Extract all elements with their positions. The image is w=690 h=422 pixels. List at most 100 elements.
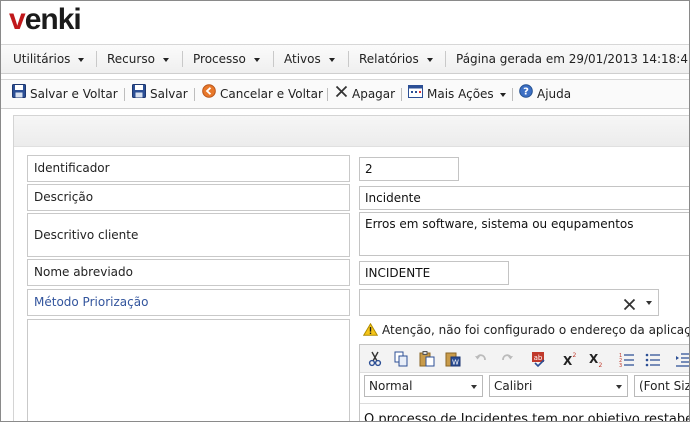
menu-recurso-label: Recurso [107,52,155,66]
warning-message: Atenção, não foi configurado o endereço … [362,322,690,337]
logo-rest: enki [24,3,82,36]
nome-abreviado-input[interactable]: INCIDENTE [359,261,509,285]
descricao-input[interactable]: Incidente [359,186,689,210]
warning-triangle-icon [362,322,379,336]
toolbar-divider [327,88,328,101]
menu-divider [273,51,274,67]
spellcheck-icon[interactable]: ab [530,350,548,368]
svg-text:2: 2 [573,352,577,359]
action-toolbar: Salvar e Voltar Salvar Cancelar e Voltar… [1,79,689,109]
chevron-down-icon [426,57,433,62]
cut-icon[interactable] [366,350,384,368]
editor-side-label [27,319,350,421]
save-label: Salvar [150,87,188,101]
editor-content[interactable]: O processo de Incidentes tem por objetiv… [360,403,689,421]
subscript-icon[interactable]: X2 [588,350,606,369]
delete-label: Apagar [352,87,396,101]
calendar-icon [408,80,423,108]
toolbar-divider [194,88,195,101]
chevron-down-icon [78,57,85,62]
main-menu: Utilitários Recurso Processo Ativos Rela… [1,44,689,74]
font-size-value: (Font Size) [639,379,689,393]
menu-ativos-label: Ativos [284,52,321,66]
svg-text:X: X [563,354,573,368]
clear-x-icon[interactable] [623,295,636,320]
warning-text: Atenção, não foi configurado o endereço … [382,323,690,337]
chevron-down-icon [471,385,477,389]
descritivo-cliente-textarea[interactable]: Erros em software, sistema ou equpamento… [359,212,689,256]
svg-text:?: ? [523,86,529,97]
more-actions-button[interactable]: Mais Ações [408,80,506,108]
menu-processo-label: Processo [193,52,246,66]
menu-recurso[interactable]: Recurso [107,45,169,73]
logo-v: v [9,3,26,36]
menu-divider [445,51,446,67]
back-arrow-icon [202,80,216,108]
cancel-and-back-button[interactable]: Cancelar e Voltar [202,80,323,108]
toolbar-divider [512,88,513,101]
more-actions-label: Mais Ações [427,87,494,101]
cancel-and-back-label: Cancelar e Voltar [220,87,323,101]
paste-icon[interactable] [418,350,436,368]
rich-text-editor: W ab X2 X2 123 Normal Calibri (Font Si O… [359,344,689,421]
identificador-label: Identificador [27,155,350,182]
menu-ativos[interactable]: Ativos [284,45,335,73]
delete-button[interactable]: Apagar [335,80,395,108]
font-size-select[interactable]: (Font Size) [634,375,689,397]
identificador-input[interactable]: 2 [359,157,459,181]
close-x-icon [335,80,348,108]
header: venki [1,1,689,43]
menu-utilitarios[interactable]: Utilitários [13,45,85,73]
svg-text:ab: ab [534,354,543,362]
save-and-back-button[interactable]: Salvar e Voltar [12,80,118,108]
app-window: venki Utilitários Recurso Processo Ativo… [0,0,690,422]
panel-header [14,116,689,147]
font-family-select[interactable]: Calibri [489,375,628,397]
unordered-list-icon[interactable] [644,350,662,368]
save-button[interactable]: Salvar [132,80,188,108]
menu-divider [96,51,97,67]
chevron-down-icon[interactable] [646,301,652,305]
nome-abreviado-label: Nome abreviado [27,259,350,286]
menu-relatorios[interactable]: Relatórios [359,45,433,73]
editor-toolbar: W ab X2 X2 123 [360,345,689,373]
copy-icon[interactable] [392,350,410,368]
indent-icon[interactable] [674,350,689,368]
paste-word-icon[interactable]: W [444,350,462,368]
toolbar-divider [124,88,125,101]
chevron-down-icon [328,57,335,62]
help-question-icon: ? [519,80,533,108]
menu-divider [348,51,349,67]
svg-text:2: 2 [599,362,603,368]
chevron-down-icon [499,92,506,97]
menu-relatorios-label: Relatórios [359,52,419,66]
save-and-back-label: Salvar e Voltar [30,87,118,101]
floppy-disk-icon [132,80,146,108]
floppy-disk-icon [12,80,26,108]
undo-icon[interactable] [472,350,490,368]
svg-text:X: X [589,352,599,366]
venki-logo[interactable]: venki [9,3,82,37]
metodo-priorizacao-label[interactable]: Método Priorização [27,289,350,316]
superscript-icon[interactable]: X2 [562,350,580,368]
chevron-down-icon [616,385,622,389]
toolbar-divider [401,88,402,101]
paragraph-format-select[interactable]: Normal [364,375,483,397]
descritivo-cliente-label: Descritivo cliente [27,213,350,257]
svg-text:3: 3 [619,363,622,368]
help-button[interactable]: ? Ajuda [519,80,571,108]
font-family-value: Calibri [494,379,533,393]
page-generated-text: Página gerada em 29/01/2013 14:18:47 [456,52,690,66]
menu-utilitarios-label: Utilitários [13,52,71,66]
help-label: Ajuda [537,87,572,101]
redo-icon[interactable] [498,350,516,368]
chevron-down-icon [253,57,260,62]
ordered-list-icon[interactable]: 123 [618,350,636,369]
paragraph-format-value: Normal [369,379,413,393]
menu-divider [182,51,183,67]
metodo-priorizacao-select[interactable] [359,289,659,316]
chevron-down-icon [162,57,169,62]
descricao-label: Descrição [27,184,350,211]
svg-text:W: W [452,359,459,367]
menu-processo[interactable]: Processo [193,45,260,73]
